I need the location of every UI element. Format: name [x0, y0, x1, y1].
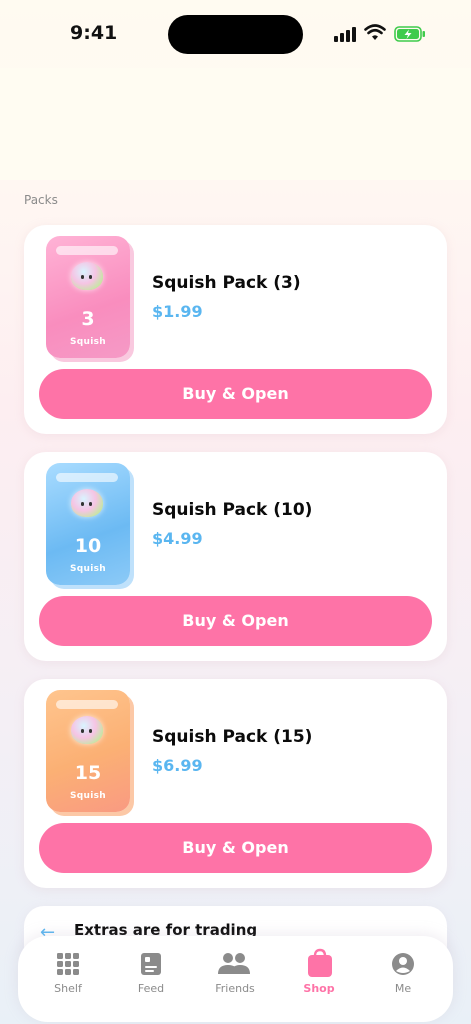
- cellular-signal-icon: [334, 26, 358, 42]
- squish-mascot-icon: [71, 262, 103, 290]
- tab-shelf[interactable]: Shelf: [33, 948, 103, 1008]
- bottom-tab-bar: Shelf Feed Friends Shop Me: [18, 936, 453, 1022]
- pack-price: $6.99: [152, 756, 203, 775]
- pack-thumbnail: 3 Squish: [46, 236, 130, 358]
- header-area: [0, 68, 471, 180]
- pack-sub-label: Squish: [70, 564, 106, 574]
- pack-price: $4.99: [152, 529, 203, 548]
- pack-count: 3: [81, 308, 95, 330]
- buy-open-button[interactable]: Buy & Open: [39, 596, 432, 646]
- buy-open-button[interactable]: Buy & Open: [39, 823, 432, 873]
- squish-mascot-icon: [71, 489, 103, 517]
- buy-open-button[interactable]: Buy & Open: [39, 369, 432, 419]
- pack-thumbnail: 15 Squish: [46, 690, 130, 812]
- grid-icon: [57, 953, 79, 975]
- dynamic-island: [168, 15, 303, 54]
- pack-stripe: [56, 473, 118, 482]
- tab-feed[interactable]: Feed: [116, 948, 186, 1008]
- pack-card: 3 Squish Squish Pack (3) $1.99 Buy & Ope…: [24, 225, 447, 434]
- pack-count: 10: [74, 535, 102, 557]
- tab-friends[interactable]: Friends: [200, 948, 270, 1008]
- pack-count: 15: [74, 762, 102, 784]
- people-icon: [218, 953, 250, 974]
- squish-mascot-icon: [71, 716, 103, 744]
- tab-label: Shelf: [54, 982, 82, 995]
- pack-name: Squish Pack (10): [152, 500, 313, 520]
- tab-label: Feed: [137, 982, 165, 995]
- pack-card: 15 Squish Squish Pack (15) $6.99 Buy & O…: [24, 679, 447, 888]
- tab-shop[interactable]: Shop: [284, 948, 354, 1008]
- pack-card: 10 Squish Squish Pack (10) $4.99 Buy & O…: [24, 452, 447, 661]
- tab-me[interactable]: Me: [368, 948, 438, 1008]
- tab-label: Me: [394, 982, 412, 995]
- pack-stripe: [56, 246, 118, 255]
- pack-price: $1.99: [152, 302, 203, 321]
- pack-sub-label: Squish: [70, 337, 106, 347]
- pack-name: Squish Pack (15): [152, 727, 313, 747]
- battery-charging-icon: [394, 26, 425, 42]
- tab-label: Shop: [303, 982, 335, 995]
- pack-name: Squish Pack (3): [152, 273, 301, 293]
- section-label-packs: Packs: [24, 193, 58, 207]
- pack-sub-label: Squish: [70, 791, 106, 801]
- person-icon: [392, 953, 414, 975]
- shopping-bag-icon: [308, 948, 332, 977]
- status-time: 9:41: [70, 22, 118, 44]
- feed-card-icon: [141, 953, 161, 975]
- wifi-icon: [364, 24, 386, 40]
- status-bar: 9:41: [0, 0, 471, 68]
- pack-thumbnail: 10 Squish: [46, 463, 130, 585]
- pack-stripe: [56, 700, 118, 709]
- tab-label: Friends: [215, 982, 255, 995]
